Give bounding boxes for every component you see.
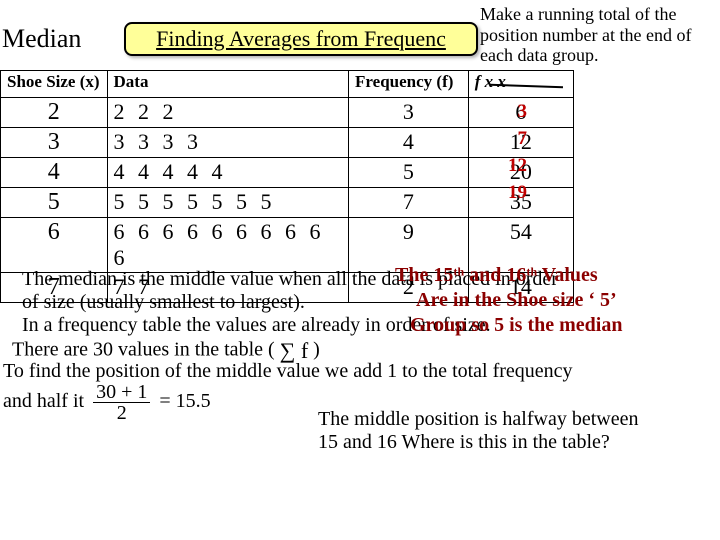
table-row: 3 3 3 3 3 4 12 — [1, 128, 574, 158]
fraction: 30 + 1 2 — [93, 382, 150, 423]
running-total-value: 7 — [495, 125, 527, 152]
fraction-denominator: 2 — [93, 403, 150, 423]
running-total-column: 3 7 12 19 — [495, 98, 527, 206]
cell-data: 3 3 3 3 — [107, 128, 349, 158]
running-total-value: 19 — [495, 179, 527, 206]
text: ) — [313, 339, 320, 361]
text: There are 30 values in the table ( — [12, 339, 275, 361]
cell-f: 4 — [349, 128, 469, 158]
table-row: 2 2 2 2 3 6 — [1, 98, 574, 128]
explanation-line: To find the position of the middle value… — [3, 360, 703, 383]
answer-overlay: Are in the Shoe size ‘ 5’ — [416, 289, 617, 312]
col-header-f: Frequency (f) — [349, 71, 469, 98]
answer-overlay: The 15ᵗʰ and 16ᵗʰ Values — [395, 264, 598, 287]
cell-data: 2 2 2 — [107, 98, 349, 128]
col-header-data: Data — [107, 71, 349, 98]
text: and half it — [3, 390, 89, 412]
cell-x: 2 — [1, 98, 108, 128]
explanation-line: 15 and 16 Where is this in the table? — [318, 431, 610, 454]
cell-x: 5 — [1, 188, 108, 218]
cell-x: 3 — [1, 128, 108, 158]
running-total-value: 12 — [495, 152, 527, 179]
cell-f: 7 — [349, 188, 469, 218]
banner-text: Finding Averages from Frequenc — [156, 26, 446, 52]
table-header-row: Shoe Size (x) Data Frequency (f) f x x — [1, 71, 574, 98]
explanation-line: and half it 30 + 1 2 = 15.5 — [3, 382, 211, 423]
running-total-note: Make a running total of the position num… — [480, 4, 710, 66]
cell-f: 5 — [349, 158, 469, 188]
title-banner: Finding Averages from Frequenc — [124, 22, 478, 56]
cell-x: 4 — [1, 158, 108, 188]
table-row: 5 5 5 5 5 5 5 5 7 35 — [1, 188, 574, 218]
col-header-x: Shoe Size (x) — [1, 71, 108, 98]
answer-overlay: Group so 5 is the median — [410, 314, 622, 337]
cell-x: 6 — [1, 218, 108, 273]
cell-f: 3 — [349, 98, 469, 128]
page-title: Median — [2, 24, 81, 54]
explanation-line: The middle position is halfway between — [318, 408, 638, 431]
col-header-fx: f x x — [468, 71, 573, 98]
explanation-line: of size (usually smallest to largest). — [22, 291, 305, 314]
running-total-value: 3 — [495, 98, 527, 125]
cell-data: 6 6 6 6 6 6 6 6 6 6 — [107, 218, 349, 273]
table-row: 4 4 4 4 4 4 5 20 — [1, 158, 574, 188]
text: = 15.5 — [159, 390, 210, 412]
cell-data: 5 5 5 5 5 5 5 — [107, 188, 349, 218]
fraction-numerator: 30 + 1 — [93, 382, 150, 403]
cell-data: 4 4 4 4 4 — [107, 158, 349, 188]
